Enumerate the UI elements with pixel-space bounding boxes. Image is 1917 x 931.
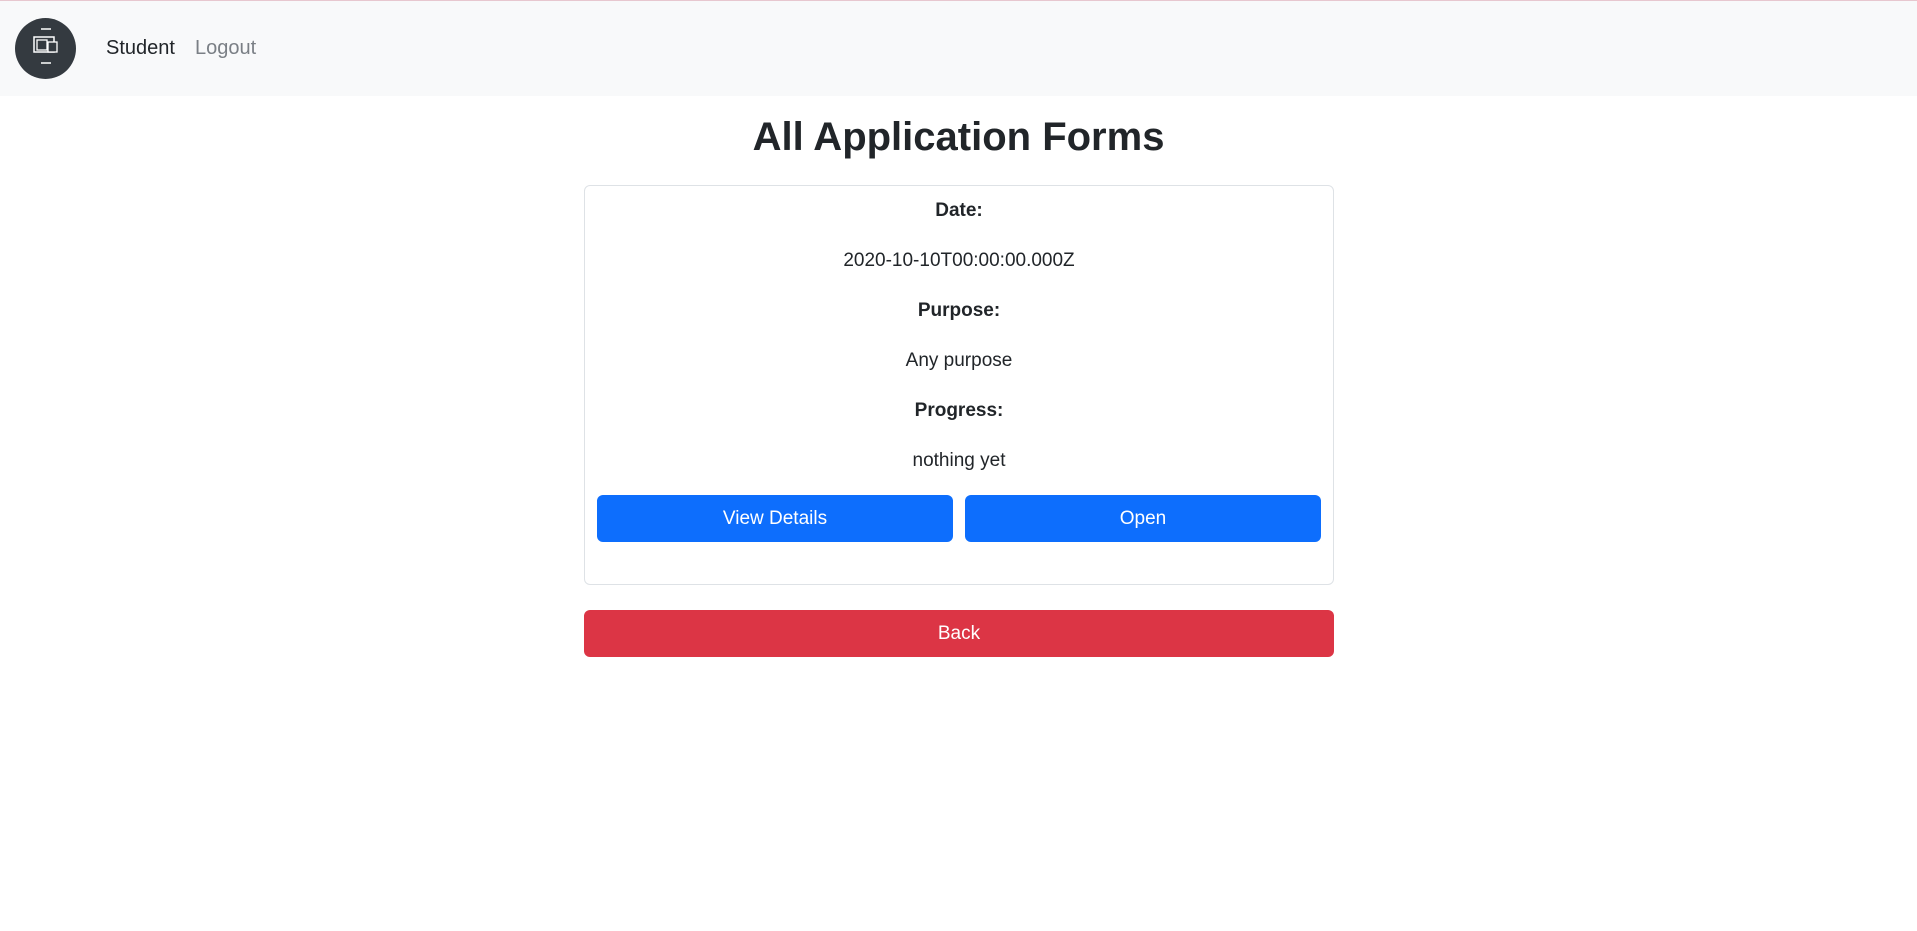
nav-link-student[interactable]: Student bbox=[106, 37, 175, 60]
application-form-card: Date: 2020-10-10T00:00:00.000Z Purpose: … bbox=[584, 185, 1334, 585]
view-details-button[interactable]: View Details bbox=[597, 495, 953, 542]
responsive-devices-icon bbox=[31, 26, 61, 71]
back-button[interactable]: Back bbox=[584, 610, 1334, 657]
forms-container: Date: 2020-10-10T00:00:00.000Z Purpose: … bbox=[584, 185, 1334, 657]
progress-value: nothing yet bbox=[912, 450, 1006, 471]
navbar: Student Logout bbox=[0, 1, 1917, 96]
progress-label: Progress: bbox=[914, 400, 1004, 421]
purpose-value: Any purpose bbox=[905, 350, 1013, 371]
nav-link-logout[interactable]: Logout bbox=[195, 37, 256, 60]
page-title: All Application Forms bbox=[752, 115, 1165, 159]
purpose-label: Purpose: bbox=[917, 300, 1001, 321]
open-button[interactable]: Open bbox=[965, 495, 1321, 542]
date-value: 2020-10-10T00:00:00.000Z bbox=[843, 250, 1075, 271]
card-actions: View Details Open bbox=[597, 495, 1321, 542]
date-label: Date: bbox=[935, 200, 983, 221]
logo[interactable] bbox=[15, 18, 76, 79]
